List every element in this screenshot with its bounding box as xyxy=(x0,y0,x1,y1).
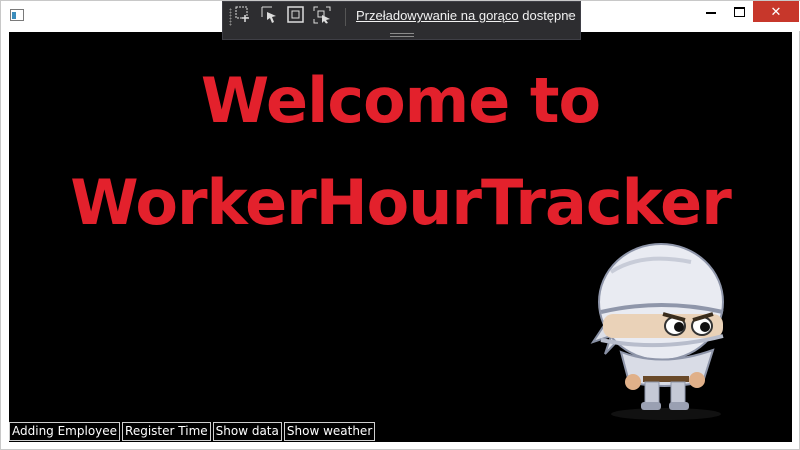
frame-icon[interactable] xyxy=(287,6,305,24)
hot-reload-link[interactable]: Przeładowywanie na gorąco xyxy=(356,8,519,23)
close-icon: ✕ xyxy=(770,3,782,19)
show-data-button[interactable]: Show data xyxy=(212,422,282,441)
adding-employee-button[interactable]: Adding Employee xyxy=(9,422,121,441)
select-pointer-icon[interactable] xyxy=(261,6,279,24)
select-element-icon[interactable] xyxy=(235,6,253,24)
show-weather-button[interactable]: Show weather xyxy=(283,422,376,441)
maximize-icon xyxy=(733,7,745,17)
toolbar-separator xyxy=(345,8,346,26)
welcome-heading-line1: Welcome to xyxy=(200,64,601,137)
main-content: Welcome to WorkerHourTracker Adding Empl… xyxy=(9,32,792,442)
welcome-heading-line2: WorkerHourTracker xyxy=(70,166,732,239)
minimize-icon xyxy=(706,12,716,14)
app-window: ✕ Welcome to WorkerHourTracker Adding Em… xyxy=(0,0,800,450)
app-icon xyxy=(10,9,24,21)
register-time-button[interactable]: Register Time xyxy=(122,422,211,441)
close-button[interactable]: ✕ xyxy=(753,1,799,22)
track-focus-icon[interactable] xyxy=(313,6,331,24)
ninja-character-icon xyxy=(590,243,724,420)
button-bar: Adding Employee Register Time Show data … xyxy=(9,422,376,442)
maximize-button[interactable] xyxy=(725,1,753,23)
toolbar-drag-handle[interactable] xyxy=(390,33,414,37)
collapse-chevron-icon[interactable]: ‹ xyxy=(567,7,571,22)
hot-reload-status: Przeładowywanie na gorąco dostępne xyxy=(356,8,576,23)
toolbar-grip[interactable] xyxy=(229,8,232,26)
hot-reload-toolbar: Przeładowywanie na gorąco dostępne ‹ xyxy=(222,1,581,40)
minimize-button[interactable] xyxy=(697,1,725,23)
